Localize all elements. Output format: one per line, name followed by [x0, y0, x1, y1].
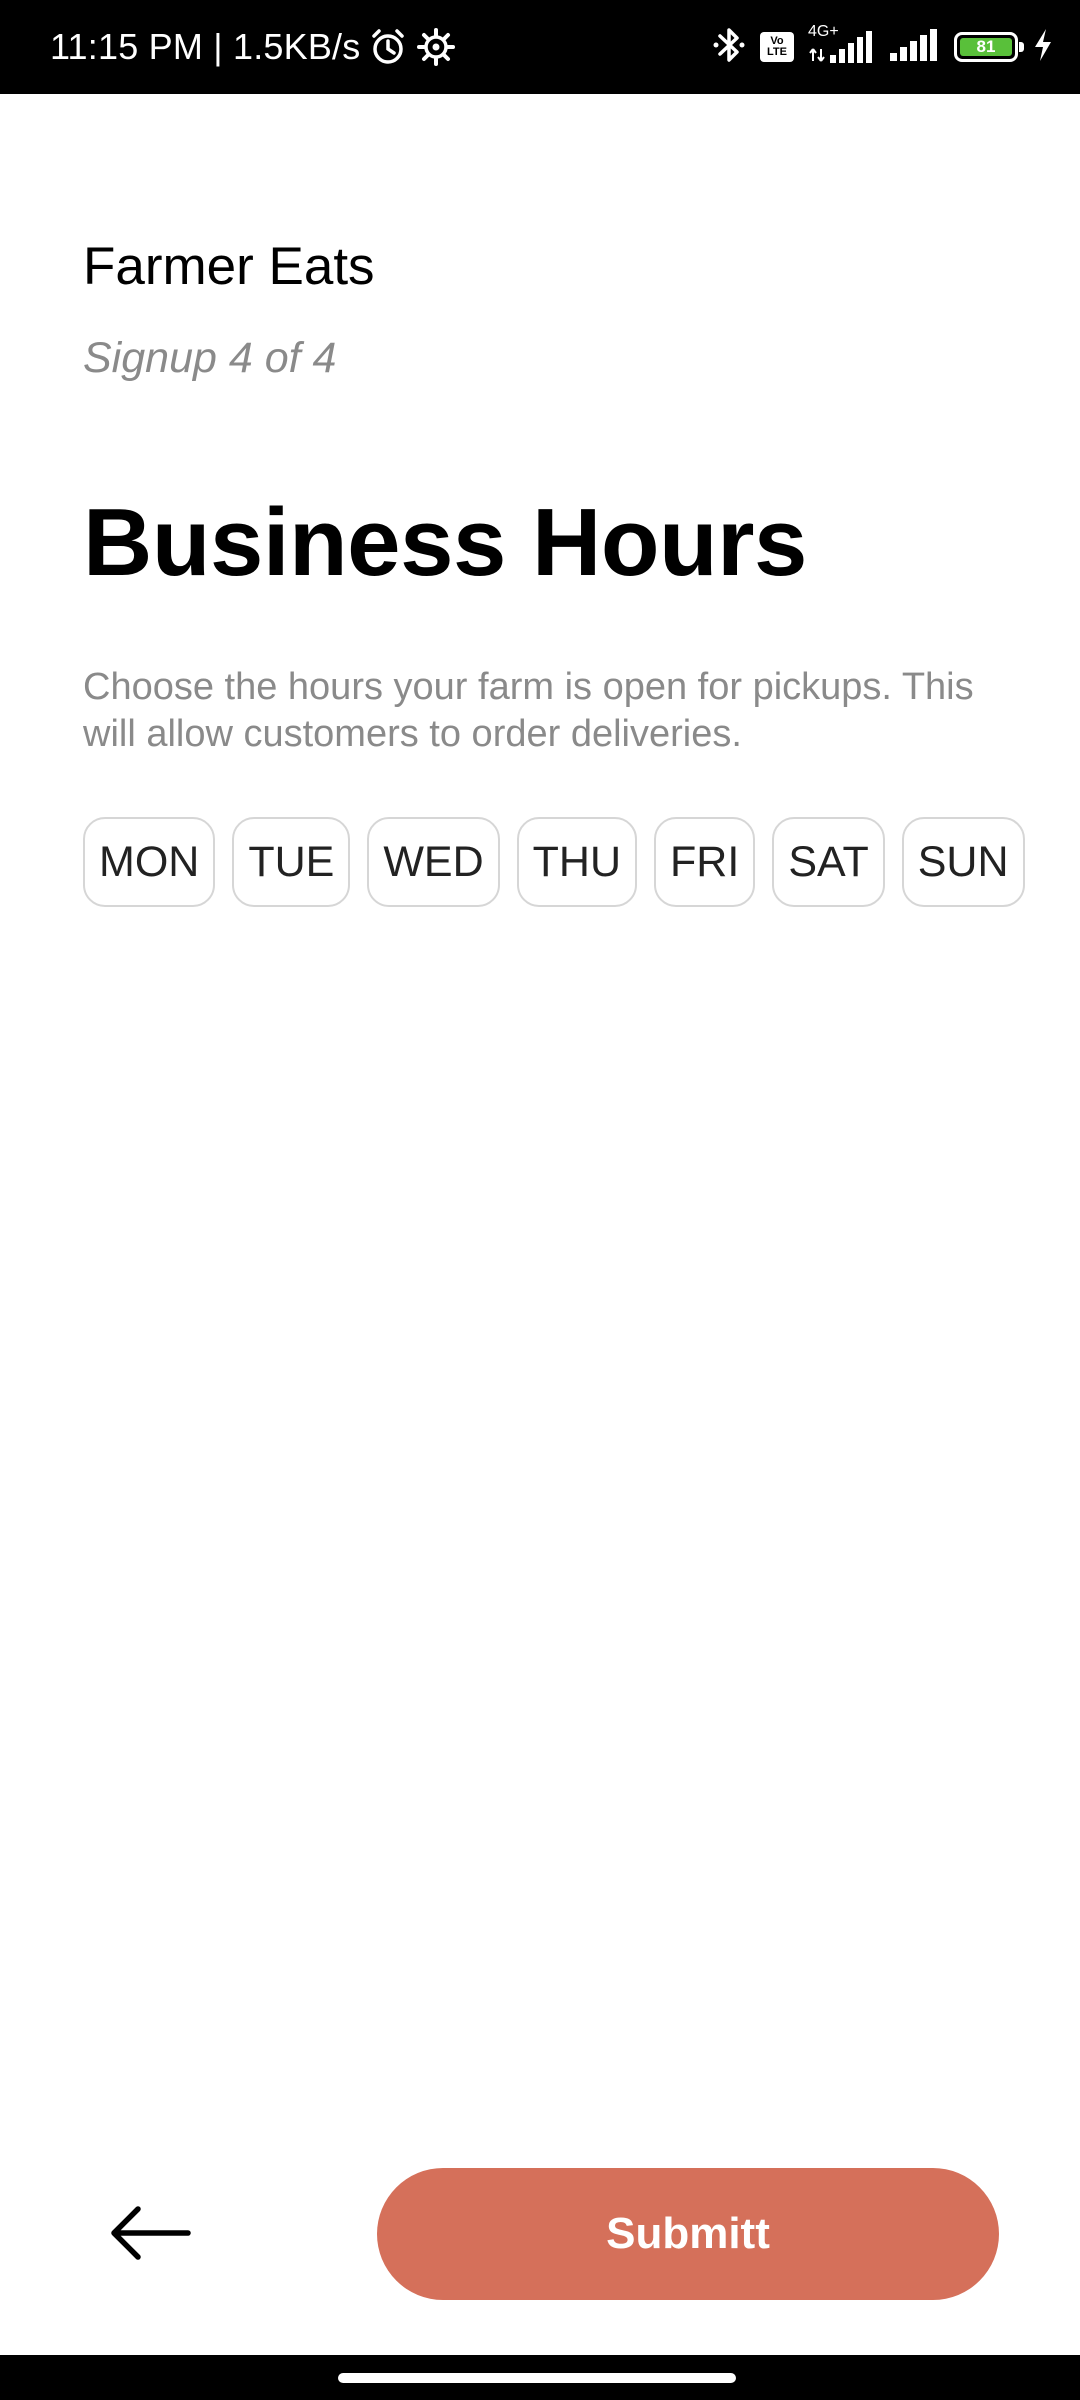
- volte-badge: Vo LTE: [760, 32, 794, 62]
- day-chip-thu[interactable]: THU: [516, 817, 638, 907]
- page-description: Choose the hours your farm is open for p…: [83, 666, 974, 755]
- day-chip-wed[interactable]: WED: [367, 817, 500, 907]
- page-title: Business Hours: [83, 489, 807, 596]
- home-indicator[interactable]: [338, 2373, 736, 2383]
- signal-strength-icon: [888, 25, 940, 70]
- day-selector: MON TUE WED THU FRI SAT SUN: [83, 817, 1025, 907]
- day-chip-tue[interactable]: TUE: [232, 817, 351, 907]
- navigation-bar: [0, 2355, 1080, 2400]
- battery-level: 81: [960, 37, 1012, 56]
- signup-step-indicator: Signup 4 of 4: [83, 334, 337, 382]
- arrow-left-icon: [108, 2203, 192, 2268]
- lightning-icon: [1032, 27, 1054, 68]
- day-chip-fri[interactable]: FRI: [654, 817, 756, 907]
- alarm-icon: [368, 27, 408, 67]
- status-bar: 11:15 PM | 1.5KB/s Vo LTE 4G+ 81: [0, 0, 1080, 94]
- mobile-signal-icon: 4G+: [808, 23, 874, 67]
- status-time-speed: 11:15 PM | 1.5KB/s: [50, 26, 361, 67]
- day-chip-mon[interactable]: MON: [83, 817, 216, 907]
- submit-button[interactable]: Submitt: [377, 2168, 999, 2300]
- status-left: 11:15 PM | 1.5KB/s: [50, 0, 456, 94]
- app-title: Farmer Eats: [83, 237, 375, 296]
- battery-icon: 81: [954, 32, 1024, 62]
- day-chip-sun[interactable]: SUN: [901, 817, 1025, 907]
- bluetooth-icon: [712, 25, 746, 70]
- day-chip-sat[interactable]: SAT: [772, 817, 885, 907]
- back-button[interactable]: [100, 2195, 200, 2275]
- status-right: Vo LTE 4G+ 81: [712, 0, 1054, 94]
- gear-icon: [416, 27, 456, 67]
